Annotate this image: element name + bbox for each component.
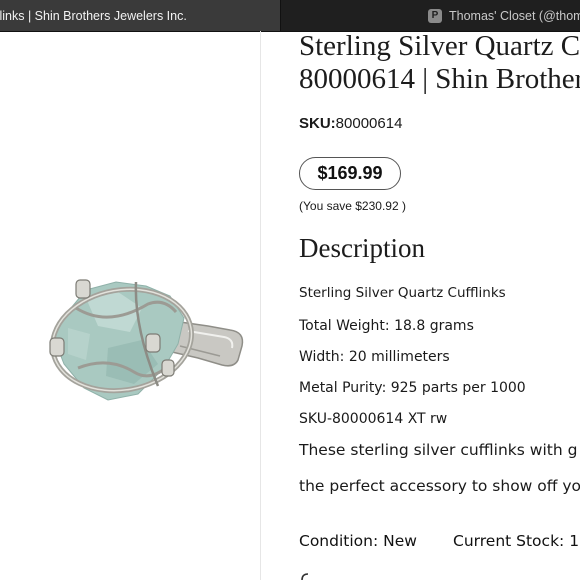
price-badge[interactable]: $169.99	[299, 157, 401, 190]
description-line: Width: 20 millimeters	[299, 349, 450, 365]
description-line: Metal Purity: 925 parts per 1000	[299, 380, 526, 396]
condition-row: Condition: New	[299, 532, 417, 550]
tab-active-shin-brothers[interactable]: flinks | Shin Brothers Jewelers Inc.	[0, 0, 281, 31]
product-title: Sterling Silver Quartz C 80000614 | Shin…	[299, 30, 580, 96]
condition-value: New	[383, 532, 417, 550]
description-line: Total Weight: 18.8 grams	[299, 318, 474, 334]
product-title-line: 80000614 | Shin Brother	[299, 63, 580, 95]
column-divider	[260, 31, 261, 580]
tab-title: flinks | Shin Brothers Jewelers Inc.	[0, 8, 187, 23]
browser-tab-strip: flinks | Shin Brothers Jewelers Inc. P T…	[0, 0, 580, 32]
description-line: Sterling Silver Quartz Cufflinks	[299, 285, 506, 301]
condition-label: Condition:	[299, 532, 379, 550]
share-icon[interactable]	[299, 572, 313, 580]
tab-thomas-closet[interactable]: P Thomas' Closet (@thoma	[419, 0, 580, 31]
savings-note: (You save $230.92 )	[299, 199, 406, 213]
stock-value: 1	[569, 532, 580, 550]
stock-label: Current Stock:	[453, 532, 565, 550]
description-line: the perfect accessory to show off yo	[299, 477, 580, 495]
description-line: These sterling silver cufflinks with g	[299, 441, 578, 459]
product-title-line: Sterling Silver Quartz C	[299, 30, 580, 62]
stock-row: Current Stock: 1	[453, 532, 579, 550]
tab-title: Thomas' Closet (@thoma	[449, 8, 580, 23]
poshmark-favicon-icon: P	[428, 8, 442, 23]
product-image-cufflink[interactable]	[38, 268, 250, 408]
description-line: SKU-80000614 XT rw	[299, 411, 448, 427]
sku-value: 80000614	[335, 115, 403, 132]
sku-row: SKU:80000614	[299, 115, 402, 132]
description-heading: Description	[299, 233, 425, 263]
sku-label: SKU:	[299, 115, 336, 132]
